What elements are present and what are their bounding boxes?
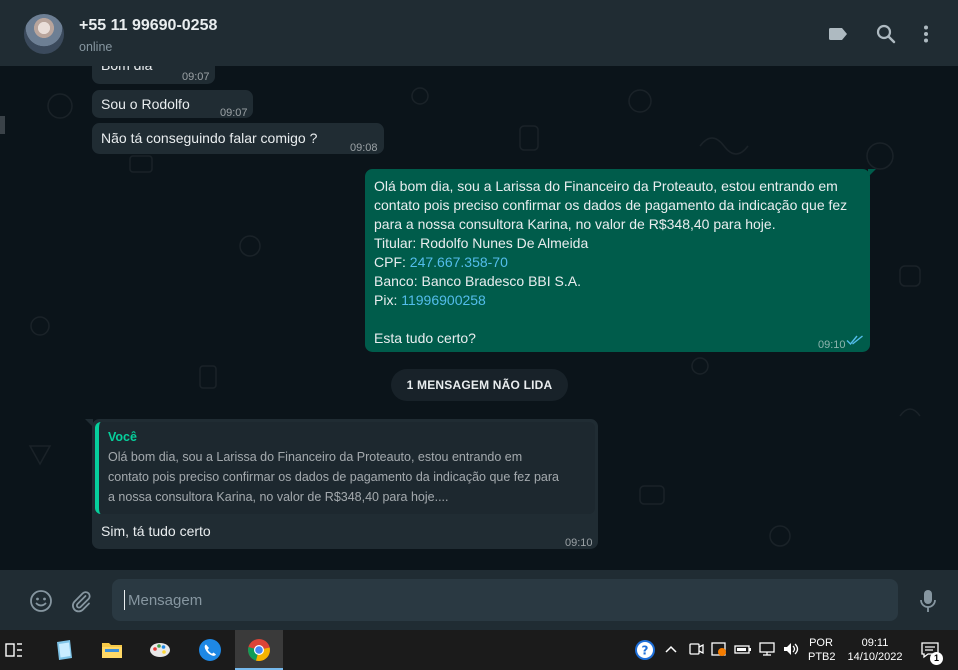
- message-text: Sou o Rodolfo: [101, 96, 190, 112]
- language-code: POR: [809, 637, 833, 649]
- scroll-indicator: [0, 116, 5, 134]
- avatar[interactable]: [24, 14, 64, 54]
- svg-text:?: ?: [642, 644, 649, 658]
- message-incoming[interactable]: Não tá conseguindo falar comigo ? 09:08: [92, 123, 384, 154]
- cpf-label: CPF:: [374, 254, 410, 270]
- composer-bar: [0, 570, 958, 630]
- quote-line: contato pois preciso confirmar os dados …: [108, 470, 559, 484]
- message-text: Bom dia: [101, 66, 152, 75]
- message-line-blank: [374, 310, 847, 329]
- quote-body: Olá bom dia, sou a Larissa do Financeiro…: [108, 447, 559, 507]
- quoted-message[interactable]: Você Olá bom dia, sou a Larissa do Finan…: [95, 422, 595, 514]
- chat-area[interactable]: Bom dia 09:07 Sou o Rodolfo 09:07 Não tá…: [0, 66, 958, 570]
- paperclip-icon[interactable]: [69, 589, 93, 613]
- taskbar-app-skype[interactable]: [186, 630, 234, 670]
- contact-status: online: [79, 40, 113, 54]
- message-time: 09:10: [818, 339, 846, 351]
- help-icon[interactable]: ?: [634, 639, 656, 661]
- clock[interactable]: 09:11 14/10/2022: [844, 636, 906, 664]
- phone-app-icon: [199, 639, 221, 661]
- taskbar-app-chrome[interactable]: [235, 630, 283, 670]
- clock-time: 09:11: [861, 637, 889, 649]
- message-text: Não tá conseguindo falar comigo ?: [101, 130, 318, 146]
- message-input[interactable]: [112, 579, 898, 621]
- message-line: Esta tudo certo?: [374, 330, 476, 346]
- input-language[interactable]: POR PTB2: [808, 636, 836, 664]
- message-line-pix: Pix: 11996900258: [374, 291, 847, 310]
- message-incoming[interactable]: Sou o Rodolfo 09:07: [92, 90, 253, 119]
- message-line: Titular: Rodolfo Nunes De Almeida: [374, 235, 589, 251]
- message-text: Olá bom dia, sou a Larissa do Financeiro…: [374, 177, 847, 348]
- webcam-icon[interactable]: [687, 640, 705, 658]
- clock-date: 14/10/2022: [847, 651, 903, 663]
- network-icon[interactable]: [758, 640, 776, 658]
- keyboard-layout: PTB2: [808, 651, 836, 663]
- read-ticks-icon: [846, 335, 863, 346]
- message-time: 09:08: [350, 142, 378, 154]
- message-text: Sim, tá tudo certo: [101, 523, 211, 539]
- message-line-cpf: CPF: 247.667.358-70: [374, 253, 847, 272]
- message-line: Banco: Banco Bradesco BBI S.A.: [374, 273, 582, 289]
- chrome-icon: [248, 639, 270, 661]
- battery-icon[interactable]: [734, 640, 752, 658]
- quote-line: a nossa consultora Karina, no valor de R…: [108, 490, 449, 504]
- pix-label: Pix:: [374, 292, 402, 308]
- whatsapp-window: +55 11 99690-0258 online 09:07 Sou o Rod…: [0, 0, 958, 670]
- taskbar-app-paint[interactable]: [136, 630, 184, 670]
- paint-palette-icon: [150, 643, 170, 657]
- chat-header: +55 11 99690-0258 online: [0, 0, 958, 66]
- text-cursor: [124, 590, 125, 610]
- security-icon[interactable]: [710, 640, 728, 658]
- cpf-link[interactable]: 247.667.358-70: [410, 254, 508, 270]
- message-incoming[interactable]: Bom dia 09:07: [92, 66, 215, 84]
- message-line: Olá bom dia, sou a Larissa do Financeiro…: [374, 178, 838, 194]
- message-time: 09:10: [565, 537, 593, 549]
- message-line: para a nossa consultora Karina, no valor…: [374, 216, 776, 232]
- emoji-icon[interactable]: [29, 589, 53, 613]
- windows-taskbar: ? POR PTB2 09:11 14/10/2022 1: [0, 630, 958, 670]
- chevron-up-icon[interactable]: [662, 640, 680, 658]
- message-outgoing[interactable]: Olá bom dia, sou a Larissa do Financeiro…: [365, 169, 870, 352]
- message-incoming-reply[interactable]: Você Olá bom dia, sou a Larissa do Finan…: [92, 419, 598, 549]
- pix-link[interactable]: 11996900258: [401, 292, 486, 308]
- message-time: 09:07: [220, 107, 248, 119]
- taskbar-app-file-explorer[interactable]: [88, 630, 136, 670]
- volume-icon[interactable]: [782, 640, 800, 658]
- menu-icon[interactable]: [914, 22, 938, 46]
- search-icon[interactable]: [874, 22, 898, 46]
- notification-badge: 1: [930, 652, 943, 665]
- message-time: 09:07: [182, 71, 210, 83]
- notes-app-icon: [57, 640, 72, 660]
- quote-line: Olá bom dia, sou a Larissa do Financeiro…: [108, 450, 523, 464]
- folder-icon: [102, 643, 122, 658]
- task-view-button[interactable]: [0, 630, 30, 670]
- taskbar-app-notes[interactable]: [40, 630, 88, 670]
- contact-name[interactable]: +55 11 99690-0258: [79, 17, 217, 35]
- microphone-icon[interactable]: [916, 588, 940, 614]
- message-line: contato pois preciso confirmar os dados …: [374, 197, 848, 213]
- label-icon[interactable]: [826, 22, 850, 46]
- quote-author: Você: [108, 430, 137, 444]
- unread-divider: 1 MENSAGEM NÃO LIDA: [391, 369, 568, 401]
- task-view-icon: [5, 643, 22, 657]
